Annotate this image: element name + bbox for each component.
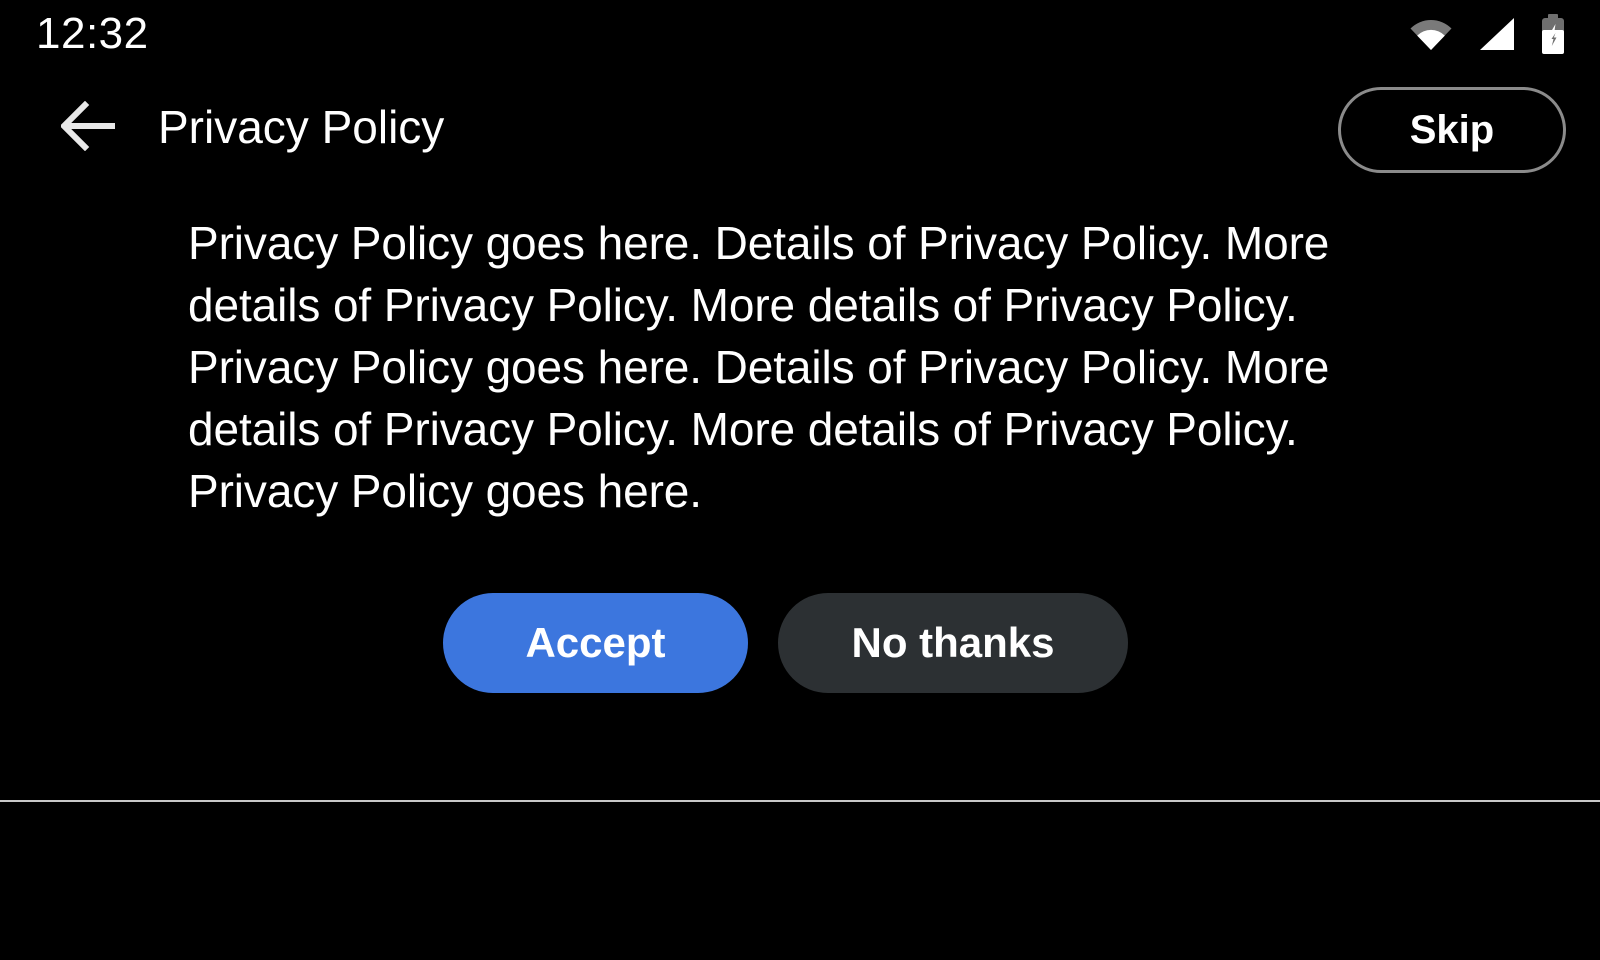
- app-header: Privacy Policy Skip: [0, 68, 1600, 194]
- battery-charging-icon: [1540, 14, 1566, 54]
- back-button[interactable]: [58, 96, 122, 160]
- page-title: Privacy Policy: [158, 101, 445, 153]
- bottom-nav-bar: [0, 802, 1600, 960]
- status-bar: 12:32: [0, 0, 1600, 68]
- cellular-signal-icon: [1476, 16, 1518, 52]
- action-button-row: Accept No thanks: [443, 593, 1128, 693]
- status-clock: 12:32: [36, 9, 149, 58]
- wifi-icon: [1408, 16, 1454, 52]
- accept-button[interactable]: Accept: [443, 593, 748, 693]
- arrow-left-icon: [59, 100, 119, 156]
- privacy-policy-text: Privacy Policy goes here. Details of Pri…: [188, 217, 1330, 517]
- skip-button[interactable]: Skip: [1338, 87, 1566, 173]
- android-auto-screen: 12:32 Privacy Policy Skip Privacy Policy…: [0, 0, 1600, 960]
- status-icon-group: [1408, 14, 1566, 54]
- no-thanks-button[interactable]: No thanks: [778, 593, 1128, 693]
